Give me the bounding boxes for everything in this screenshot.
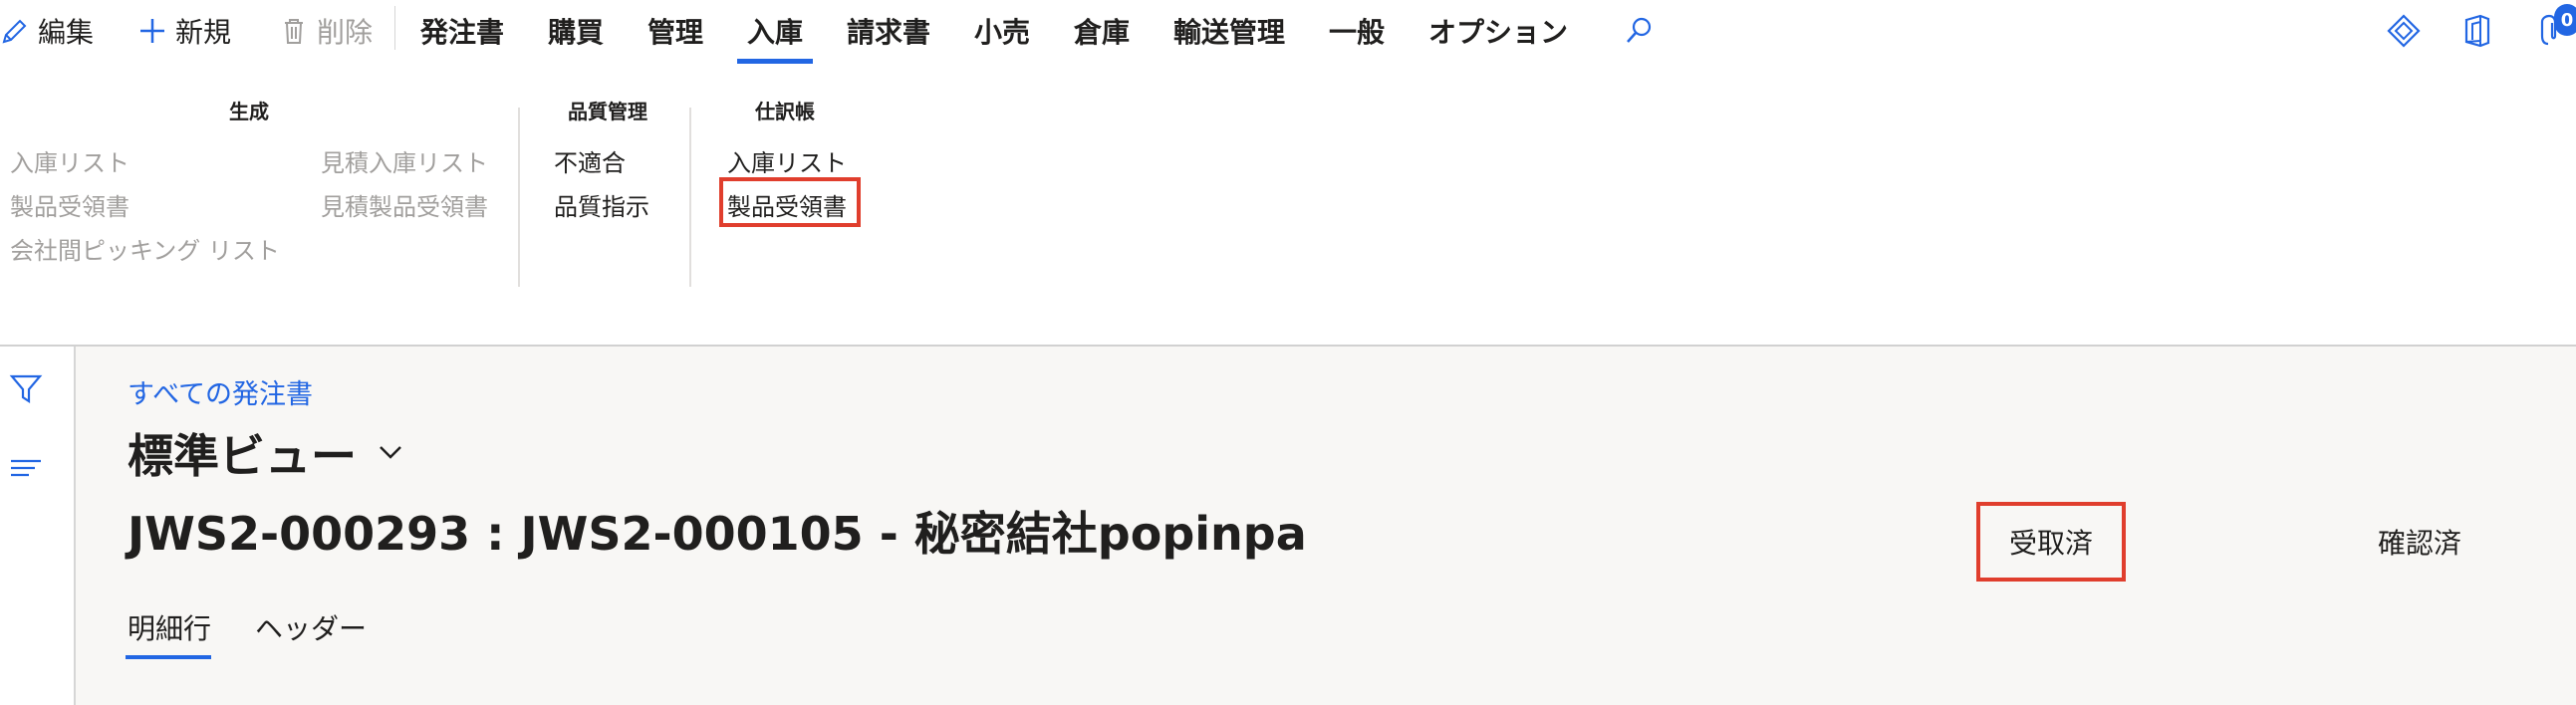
active-page-tab-indicator [126, 655, 211, 659]
ribbon-item-product-receipt[interactable]: 製品受領書 [10, 187, 129, 222]
left-pane [0, 347, 76, 705]
plus-icon [140, 19, 164, 43]
tab-purchase[interactable]: 購買 [548, 0, 604, 62]
trash-icon [285, 19, 303, 44]
edit-button[interactable]: 編集 [0, 0, 94, 62]
diamond-grid-icon[interactable] [2385, 12, 2423, 50]
tab-manage[interactable]: 管理 [647, 0, 703, 62]
tab-invoice[interactable]: 請求書 [847, 0, 930, 62]
search-icon[interactable] [1620, 12, 1658, 50]
ribbon-item-intercompany-picking-list[interactable]: 会社間ピッキング リスト [10, 231, 280, 266]
ribbon-group-title-quality: 品質管理 [568, 100, 647, 123]
tab-purchase-order[interactable]: 発注書 [420, 0, 504, 62]
ribbon-group-divider [518, 108, 520, 287]
list-menu-icon[interactable] [4, 446, 48, 490]
record-title: JWS2-000293 : JWS2-000105 - 秘密結社popinpa [128, 507, 1307, 561]
toolbar-divider [394, 6, 395, 50]
edit-label: 編集 [38, 16, 95, 49]
ribbon-item-preview-receipts-list[interactable]: 見積入庫リスト [321, 143, 488, 178]
view-title[interactable]: 標準ビュー [128, 420, 357, 486]
office-icon[interactable] [2458, 12, 2496, 50]
chevron-down-icon[interactable] [377, 438, 404, 470]
ribbon-item-journal-receipts-list[interactable]: 入庫リスト [727, 143, 847, 178]
tab-retail[interactable]: 小売 [974, 0, 1030, 62]
notification-count-badge: 0 [2554, 4, 2576, 36]
ribbon-group-title-generate: 生成 [229, 100, 269, 123]
content-area: すべての発注書 標準ビュー JWS2-000293 : JWS2-000105 … [76, 347, 2576, 705]
ribbon-item-preview-product-receipt[interactable]: 見積製品受領書 [321, 187, 488, 222]
ribbon: 生成 入庫リスト 製品受領書 会社間ピッキング リスト 見積入庫リスト 見積製品… [0, 62, 2576, 345]
tab-transportation[interactable]: 輸送管理 [1173, 0, 1285, 62]
filter-icon[interactable] [4, 366, 48, 410]
delete-button[interactable]: 削除 [279, 0, 373, 62]
pencil-icon [2, 19, 27, 44]
ribbon-group-title-journal: 仕訳帳 [755, 100, 815, 123]
tab-lines[interactable]: 明細行 [128, 607, 211, 647]
tab-general[interactable]: 一般 [1329, 0, 1385, 62]
tab-warehouse[interactable]: 倉庫 [1074, 0, 1130, 62]
status-received[interactable]: 受取済 [1976, 502, 2126, 582]
breadcrumb[interactable]: すべての発注書 [128, 372, 313, 411]
ribbon-item-nonconformance[interactable]: 不適合 [554, 143, 626, 178]
ribbon-item-journal-product-receipt[interactable]: 製品受領書 [727, 187, 847, 222]
tab-receive[interactable]: 入庫 [747, 0, 803, 62]
delete-label: 削除 [317, 16, 374, 49]
new-label: 新規 [175, 16, 232, 49]
new-button[interactable]: 新規 [137, 0, 231, 62]
tab-options[interactable]: オプション [1428, 0, 1568, 62]
action-bar: 編集 新規 削除 発注書 購買 管理 入庫 請求書 小売 倉庫 輸送管理 一般 … [0, 0, 2576, 64]
ribbon-group-divider [689, 108, 691, 287]
status-confirmed[interactable]: 確認済 [2345, 502, 2494, 582]
ribbon-item-receipts-list[interactable]: 入庫リスト [10, 143, 129, 178]
tab-header[interactable]: ヘッダー [255, 607, 367, 647]
ribbon-item-quality-order[interactable]: 品質指示 [554, 187, 649, 222]
